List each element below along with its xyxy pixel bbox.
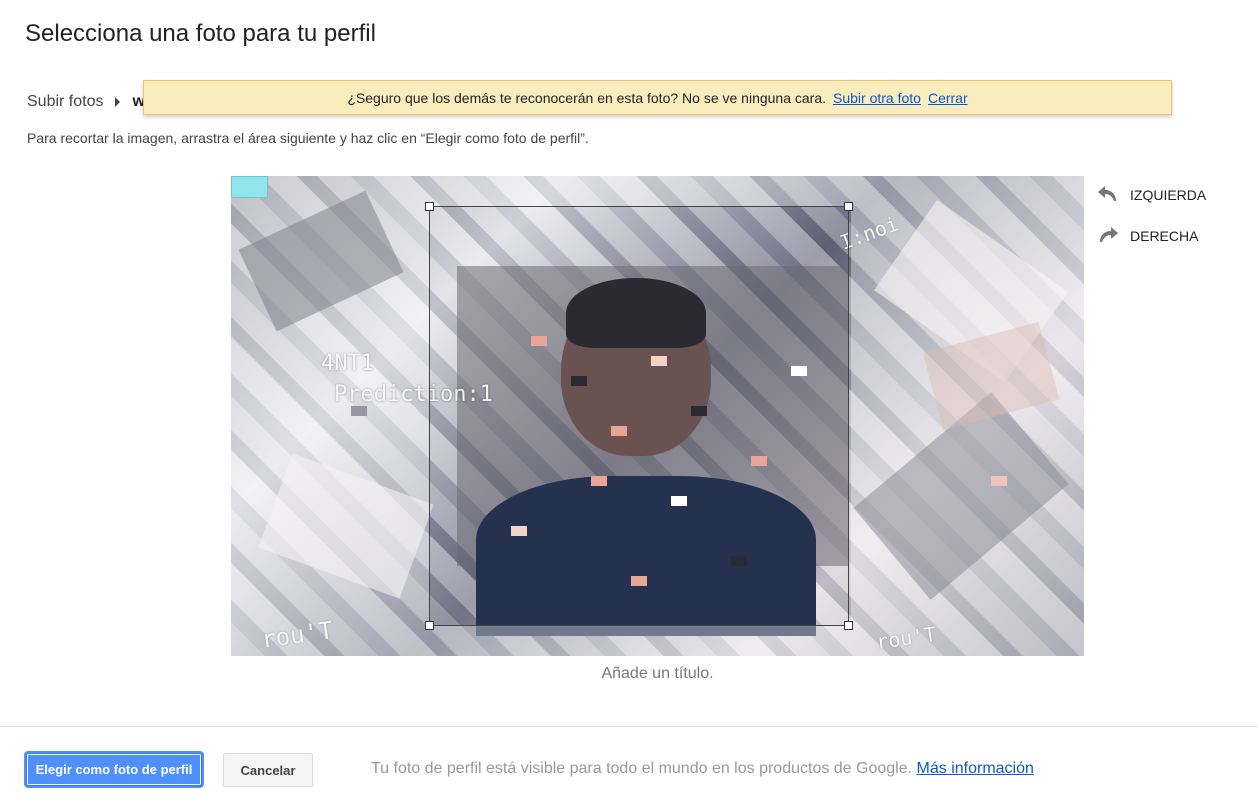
footer-divider	[0, 726, 1258, 727]
rotate-left-icon	[1098, 186, 1116, 201]
dialog-title: Selecciona una foto para tu perfil	[25, 20, 376, 47]
rotate-left-label: IZQUIERDA	[1130, 187, 1207, 203]
caption-input[interactable]: Añade un título.	[231, 665, 1084, 683]
set-profile-photo-button[interactable]: Elegir como foto de perfil	[26, 753, 202, 786]
rotate-right-button[interactable]: DERECHA	[1096, 224, 1198, 248]
cancel-button[interactable]: Cancelar	[223, 753, 313, 787]
close-warning-link[interactable]: Cerrar	[928, 90, 968, 106]
rotate-right-icon	[1100, 227, 1118, 242]
crop-selection-box[interactable]	[425, 202, 853, 630]
crop-handle-top-left[interactable]	[425, 202, 434, 211]
crop-shade	[429, 626, 851, 656]
breadcrumb-item-upload[interactable]: Subir fotos	[27, 93, 103, 111]
rotate-left-button[interactable]: IZQUIERDA	[1096, 183, 1206, 207]
caret-right-icon	[115, 97, 121, 107]
crop-shade	[851, 176, 1084, 656]
photo-crop-area[interactable]: 4NT1 Prediction:1 rou'T rou'T I:noi	[231, 176, 1084, 656]
more-info-link[interactable]: Más información	[917, 760, 1034, 777]
upload-other-photo-link[interactable]: Subir otra foto	[833, 90, 921, 106]
no-face-warning: ¿Seguro que los demás te reconocerán en …	[143, 80, 1172, 115]
crop-shade	[231, 176, 429, 656]
crop-instructions: Para recortar la imagen, arrastra el áre…	[27, 130, 589, 146]
warning-message: ¿Seguro que los demás te reconocerán en …	[347, 89, 827, 106]
visibility-note-text: Tu foto de perfil está visible para todo…	[371, 760, 913, 777]
crop-handle-bottom-right[interactable]	[844, 621, 853, 630]
visibility-note: Tu foto de perfil está visible para todo…	[371, 760, 1034, 778]
crop-handle-bottom-left[interactable]	[425, 621, 434, 630]
breadcrumb: Subir fotos w	[27, 93, 145, 111]
rotate-right-label: DERECHA	[1130, 228, 1199, 244]
crop-handle-top-right[interactable]	[844, 202, 853, 211]
crop-shade	[429, 176, 851, 206]
